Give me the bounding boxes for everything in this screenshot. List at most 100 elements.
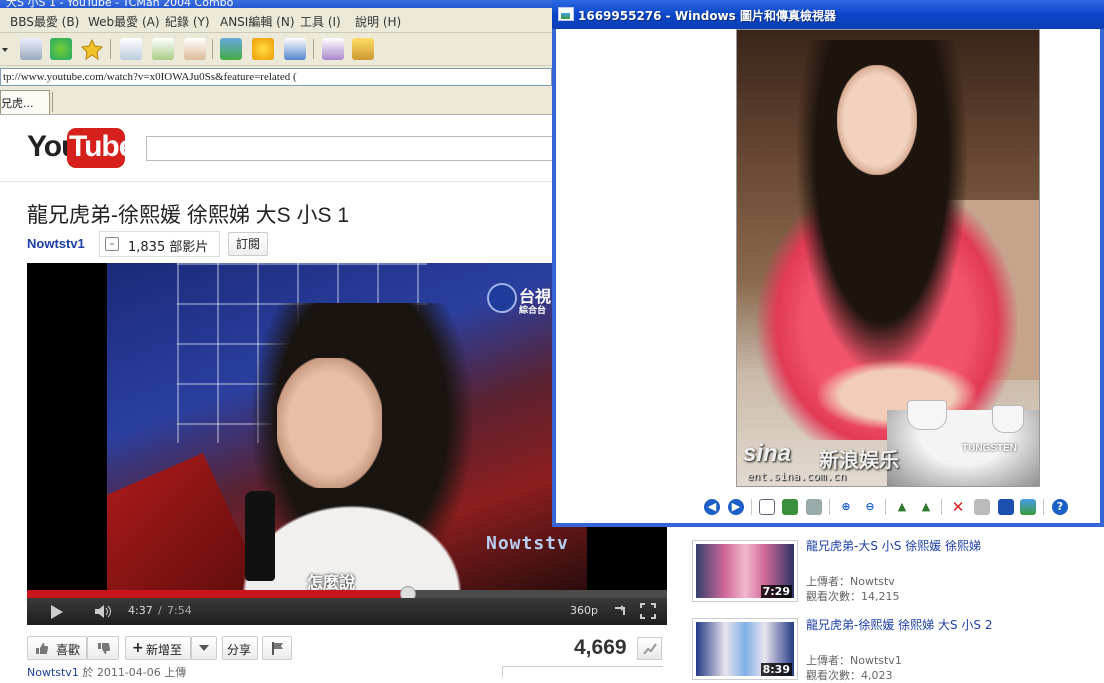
save-icon[interactable] xyxy=(998,499,1014,515)
viewer-title-bar[interactable]: 1669955276 - Windows 圖片和傳真檢視器 xyxy=(552,0,1104,29)
edit-image-icon[interactable] xyxy=(1020,499,1036,515)
slideshow-icon[interactable] xyxy=(806,499,822,515)
favorite-star-icon[interactable] xyxy=(80,38,104,61)
quality-selector[interactable]: 360p xyxy=(570,604,598,617)
related-thumbnail[interactable]: 8:39 xyxy=(692,618,798,680)
rotate-clockwise-icon[interactable]: ▲ xyxy=(894,499,910,515)
connect-icon[interactable] xyxy=(20,38,42,60)
progress-bar[interactable] xyxy=(27,586,667,602)
dropdown-arrow-icon[interactable] xyxy=(0,38,10,60)
chevron-down-icon xyxy=(199,645,209,651)
channel-video-count[interactable]: ⌄ 1,835 部影片 xyxy=(99,231,220,257)
related-duration: 7:29 xyxy=(760,585,792,598)
rotate-counterclockwise-icon[interactable]: ▲ xyxy=(918,499,934,515)
toolbar-separator xyxy=(212,39,213,59)
menu-tools[interactable]: 工具 (I) xyxy=(300,13,341,30)
add-to-label: 新增至 xyxy=(146,643,183,657)
related-uploader: 上傳者：Nowtstv xyxy=(806,575,895,588)
fullscreen-icon[interactable] xyxy=(640,603,656,619)
address-url: tp://www.youtube.com/watch?v=x0IOWAJu0Ss… xyxy=(3,71,297,83)
paste-icon[interactable] xyxy=(152,38,174,60)
actual-size-icon[interactable] xyxy=(782,499,798,515)
window-icon[interactable] xyxy=(284,38,306,60)
delete-icon[interactable]: ✕ xyxy=(950,499,966,515)
connections-icon[interactable] xyxy=(50,38,72,60)
description-box xyxy=(502,666,663,677)
youtube-logo-tube[interactable]: Tube xyxy=(67,128,135,168)
add-to-button[interactable]: + 新增至 xyxy=(125,636,191,660)
picture-viewer-app-icon xyxy=(558,7,574,21)
photo-face xyxy=(837,65,917,175)
menu-help[interactable]: 說明 (H) xyxy=(355,13,401,30)
popout-icon[interactable] xyxy=(612,603,628,619)
browser-tab[interactable]: 兄虎... xyxy=(0,90,50,114)
browser-title-bar: 大S 小S 1 - YouTube - TCMan 2004 Combo xyxy=(0,0,560,8)
copy-icon[interactable] xyxy=(120,38,142,60)
zoom-in-icon[interactable]: ⊕ xyxy=(838,499,854,515)
related-title[interactable]: 龍兄虎弟-徐熙媛 徐熙娣 大S 小S 2 xyxy=(806,618,996,633)
like-button[interactable]: 喜歡 xyxy=(27,636,87,660)
related-views: 觀看次數：14,215 xyxy=(806,590,900,603)
flag-button[interactable] xyxy=(262,636,292,660)
youtube-logo-tube-text: Tube xyxy=(69,130,135,163)
menu-web-favorites[interactable]: Web最愛 (A) xyxy=(88,13,160,30)
notes-icon[interactable] xyxy=(184,38,206,60)
header-divider xyxy=(0,181,560,182)
viewer-photo: sina 新浪娱乐 ent.sina.com.cn TUNGSTEN xyxy=(736,29,1040,487)
help-icon[interactable]: ? xyxy=(1052,499,1068,515)
video-count-text: 1,835 部影片 xyxy=(128,240,209,255)
next-image-icon[interactable]: ▶ xyxy=(728,499,744,515)
station-logo-subtext: 綜合台 xyxy=(519,306,547,316)
print-icon[interactable] xyxy=(974,499,990,515)
sina-watermark-url: ent.sina.com.cn xyxy=(747,470,847,483)
volume-icon[interactable] xyxy=(93,604,113,619)
stats-button[interactable] xyxy=(637,637,662,660)
related-thumbnail[interactable]: 7:29 xyxy=(692,540,798,602)
menu-history[interactable]: 紀錄 (Y) xyxy=(165,13,210,30)
channel-link[interactable]: Nowtstv1 xyxy=(27,236,85,251)
subscribe-button[interactable]: 訂閱 xyxy=(228,232,268,256)
edit-icon[interactable] xyxy=(322,38,344,60)
viewer-title: 1669955276 - Windows 圖片和傳真檢視器 xyxy=(578,9,836,23)
zoom-out-icon[interactable]: ⊖ xyxy=(862,499,878,515)
sina-watermark-cn: 新浪娱乐 xyxy=(819,448,899,472)
current-time: 4:37 xyxy=(128,604,153,617)
youtube-search-input[interactable] xyxy=(146,136,566,161)
menu-ansi-edit[interactable]: ANSI編輯 (N) xyxy=(220,13,295,30)
sina-watermark: sina xyxy=(743,440,792,467)
related-views: 觀看次數：4,023 xyxy=(806,669,893,682)
tungsten-logo: TUNGSTEN xyxy=(962,443,1017,454)
channel-watermark: Nowtstv xyxy=(486,533,569,554)
progress-fill xyxy=(27,590,409,598)
settings-gear-icon[interactable] xyxy=(252,38,274,60)
video-frame-face xyxy=(277,358,382,488)
view-count: 4,669 xyxy=(574,636,627,659)
photo-cup xyxy=(992,405,1024,433)
related-title[interactable]: 龍兄虎弟-大S 小S 徐熙媛 徐熙娣 xyxy=(806,539,996,554)
previous-image-icon[interactable]: ◀ xyxy=(704,499,720,515)
play-icon[interactable] xyxy=(51,605,63,619)
best-fit-icon[interactable] xyxy=(759,499,775,515)
flag-icon xyxy=(272,642,283,655)
address-bar[interactable]: tp://www.youtube.com/watch?v=x0IOWAJu0Ss… xyxy=(0,68,552,86)
plus-icon: + xyxy=(132,640,144,656)
toolbar-separator xyxy=(829,499,830,515)
menu-bbs-favorites[interactable]: BBS最愛 (B) xyxy=(10,13,79,30)
users-icon[interactable] xyxy=(220,38,242,60)
chart-icon xyxy=(643,643,657,655)
tab-strip xyxy=(0,88,560,115)
toolbar-separator xyxy=(1043,499,1044,515)
share-button[interactable]: 分享 xyxy=(222,636,258,660)
video-frame-microphone xyxy=(245,491,275,581)
thumbs-down-icon xyxy=(98,643,110,654)
lock-icon[interactable] xyxy=(352,38,374,60)
viewer-canvas: sina 新浪娱乐 ent.sina.com.cn TUNGSTEN xyxy=(556,29,1100,523)
chevron-down-icon: ⌄ xyxy=(105,237,119,251)
add-to-dropdown[interactable] xyxy=(191,636,217,660)
uploader-link[interactable]: Nowtstv1 xyxy=(27,666,79,679)
dislike-button[interactable] xyxy=(87,636,119,660)
viewer-toolbar: ◀ ▶ ⊕ ⊖ ▲ ▲ ✕ ? xyxy=(556,495,1100,521)
browser-toolbar xyxy=(0,33,560,66)
toolbar-separator xyxy=(941,499,942,515)
browser-tab-label: 兄虎... xyxy=(1,97,34,110)
